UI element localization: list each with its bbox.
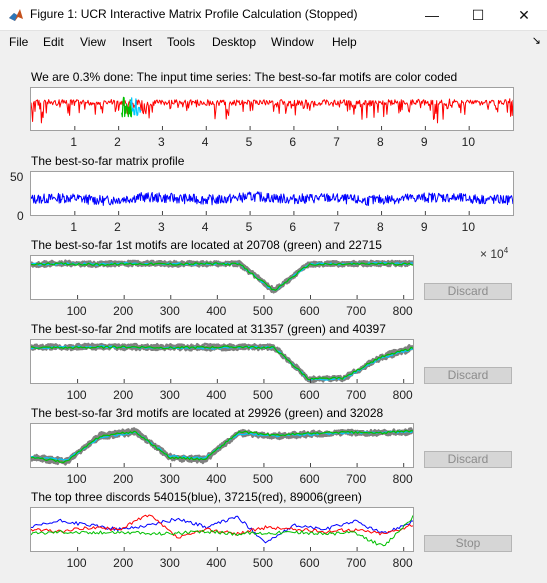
x-tick-label: 600 xyxy=(299,472,320,486)
x-tick-label: 10 xyxy=(461,135,476,149)
x-tick-label: 10 xyxy=(461,220,476,234)
x-tick-label: 700 xyxy=(346,472,367,486)
x-tick-label: 3 xyxy=(157,135,165,149)
profile-axes xyxy=(30,171,514,216)
x-tick-label: 100 xyxy=(66,472,87,486)
x-tick-label: 100 xyxy=(66,556,87,570)
menu-desktop[interactable]: Desktop xyxy=(212,35,256,49)
plot-canvas xyxy=(31,96,513,130)
discords-axes xyxy=(30,507,414,552)
matlab-icon xyxy=(9,9,23,21)
x-tick-label: 700 xyxy=(346,388,367,402)
x-tick-label: 9 xyxy=(420,135,428,149)
motif-line xyxy=(31,343,413,383)
x-tick-label: 5 xyxy=(245,135,253,149)
discard-motif1-button[interactable]: Discard xyxy=(424,283,512,300)
menu-view[interactable]: View xyxy=(80,35,106,49)
profile-ytick-50: 50 xyxy=(10,170,24,184)
x-tick-label: 300 xyxy=(159,388,180,402)
x-tick-label: 2 xyxy=(114,220,121,234)
x-tick-label: 2 xyxy=(114,135,121,149)
menu-file[interactable]: File xyxy=(9,35,28,49)
x-tick-label: 800 xyxy=(392,472,413,486)
x-tick-label: 3 xyxy=(157,220,165,234)
menu-bar: File Edit View Insert Tools Desktop Wind… xyxy=(0,31,547,53)
x-tick-label: 8 xyxy=(377,220,384,234)
x-tick-label: 400 xyxy=(206,556,227,570)
profile-line xyxy=(31,191,513,206)
x-tick-label: 500 xyxy=(252,388,273,402)
menu-edit[interactable]: Edit xyxy=(43,35,64,49)
menu-insert[interactable]: Insert xyxy=(122,35,152,49)
x-tick-label: 200 xyxy=(113,388,134,402)
window-title: Figure 1: UCR Interactive Matrix Profile… xyxy=(30,7,358,21)
profile-ytick-0: 0 xyxy=(17,209,24,223)
x-tick-label: 400 xyxy=(206,388,227,402)
motif2-title: The best-so-far 2nd motifs are located a… xyxy=(31,322,386,336)
discords-title: The top three discords 54015(blue), 3721… xyxy=(31,490,362,504)
x-tick-label: 600 xyxy=(299,304,320,318)
plot-canvas xyxy=(31,427,413,467)
minimize-button[interactable]: — xyxy=(409,0,455,30)
x-tick-label: 200 xyxy=(113,304,134,318)
x-tick-label: 8 xyxy=(377,135,384,149)
x-tick-label: 600 xyxy=(299,556,320,570)
x-tick-label: 1 xyxy=(70,220,77,234)
plot-canvas xyxy=(31,191,513,215)
close-button[interactable]: ✕ xyxy=(501,0,547,30)
x-tick-label: 200 xyxy=(113,556,134,570)
plot-canvas xyxy=(31,514,413,551)
dock-arrow-icon[interactable]: ↘ xyxy=(532,34,541,47)
x-tick-label: 300 xyxy=(159,304,180,318)
profile-title: The best-so-far matrix profile xyxy=(31,154,185,168)
x-tick-label: 500 xyxy=(252,472,273,486)
x-tick-label: 7 xyxy=(333,220,340,234)
title-bar: Figure 1: UCR Interactive Matrix Profile… xyxy=(0,0,547,31)
x-tick-label: 700 xyxy=(346,304,367,318)
motif3-title: The best-so-far 3rd motifs are located a… xyxy=(31,406,384,420)
maximize-button[interactable]: ☐ xyxy=(455,0,501,30)
x-tick-label: 400 xyxy=(206,472,227,486)
x-tick-label: 4 xyxy=(201,135,209,149)
menu-tools[interactable]: Tools xyxy=(167,35,195,49)
x-tick-label: 800 xyxy=(392,304,413,318)
series-line xyxy=(31,98,513,124)
menu-help[interactable]: Help xyxy=(332,35,357,49)
axis-exponent: × 104 xyxy=(480,246,509,261)
x-tick-label: 500 xyxy=(252,304,273,318)
x-tick-label: 6 xyxy=(289,220,297,234)
stop-button[interactable]: Stop xyxy=(424,535,512,552)
x-tick-label: 800 xyxy=(392,388,413,402)
x-tick-label: 300 xyxy=(159,556,180,570)
discord-line-red xyxy=(31,514,413,539)
plot-canvas xyxy=(31,259,413,299)
x-tick-label: 7 xyxy=(333,135,340,149)
discard-motif2-button[interactable]: Discard xyxy=(424,367,512,384)
motif2-axes xyxy=(30,339,414,384)
x-tick-label: 4 xyxy=(201,220,209,234)
x-tick-label: 400 xyxy=(206,304,227,318)
series-axes xyxy=(30,87,514,131)
x-tick-label: 300 xyxy=(159,472,180,486)
x-tick-label: 9 xyxy=(420,220,428,234)
x-tick-label: 5 xyxy=(245,220,253,234)
series-title: We are 0.3% done: The input time series:… xyxy=(31,70,458,84)
discard-motif3-button[interactable]: Discard xyxy=(424,451,512,468)
x-tick-label: 500 xyxy=(252,556,273,570)
x-tick-label: 100 xyxy=(66,388,87,402)
x-tick-label: 800 xyxy=(392,556,413,570)
x-tick-label: 6 xyxy=(289,135,297,149)
motif1-axes xyxy=(30,255,414,300)
x-tick-label: 600 xyxy=(299,388,320,402)
x-tick-label: 700 xyxy=(346,556,367,570)
x-tick-label: 1 xyxy=(70,135,77,149)
x-tick-label: 200 xyxy=(113,472,134,486)
motif3-axes xyxy=(30,423,414,468)
motif1-title: The best-so-far 1st motifs are located a… xyxy=(31,238,382,252)
x-tick-label: 100 xyxy=(66,304,87,318)
plot-canvas xyxy=(31,342,413,383)
menu-window[interactable]: Window xyxy=(271,35,314,49)
motif-highlight xyxy=(121,96,133,118)
